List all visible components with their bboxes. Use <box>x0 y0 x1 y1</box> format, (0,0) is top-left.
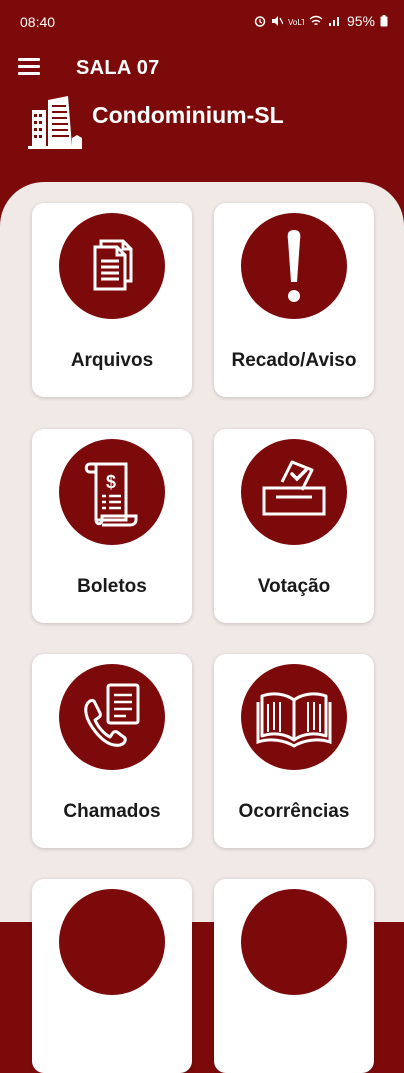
menu-icon-circle <box>59 664 165 770</box>
receipt-icon: $ <box>84 462 138 527</box>
menu-card-label: Votação <box>257 576 331 597</box>
menu-icon-circle: $ <box>59 439 165 545</box>
menu-card-chamados[interactable]: Chamados <box>32 654 192 848</box>
svg-text:VoLTE: VoLTE <box>288 18 304 27</box>
menu-card-boletos[interactable]: $ Boletos <box>32 429 192 623</box>
app-bar: SALA 07 <box>0 48 404 88</box>
menu-card-label: Ocorrências <box>238 801 350 822</box>
documents-icon <box>93 239 133 291</box>
menu-icon-circle <box>241 889 347 995</box>
battery-icon <box>380 15 388 27</box>
menu-card-partial-left[interactable] <box>32 879 192 1073</box>
menu-card-label: Chamados <box>63 801 161 822</box>
status-icons: VoLTE 95% <box>254 13 388 29</box>
svg-text:$: $ <box>106 472 116 492</box>
menu-card-recado-aviso[interactable]: Recado/Aviso <box>214 203 374 397</box>
menu-icon-circle <box>241 213 347 319</box>
wifi-icon <box>309 15 323 26</box>
content-panel: Arquivos Recado/Aviso $ Boletos Votação … <box>0 182 404 1073</box>
status-time: 08:40 <box>20 14 56 30</box>
menu-card-votacao[interactable]: Votação <box>214 429 374 623</box>
buildings-logo-icon <box>28 96 82 149</box>
menu-icon-circle <box>241 664 347 770</box>
menu-icon-circle <box>241 439 347 545</box>
battery-percent: 95% <box>346 13 375 29</box>
menu-card-arquivos[interactable]: Arquivos <box>32 203 192 397</box>
room-title: SALA 07 <box>76 57 160 79</box>
phone-call-icon <box>84 683 140 747</box>
menu-icon-circle <box>59 213 165 319</box>
mute-icon <box>271 16 283 26</box>
menu-card-label: Boletos <box>77 576 147 597</box>
status-bar: 08:40 VoLTE 95% <box>0 0 404 44</box>
alarm-icon <box>254 16 266 27</box>
menu-card-label: Recado/Aviso <box>231 350 357 371</box>
menu-icon-circle <box>59 889 165 995</box>
hamburger-menu-icon[interactable] <box>18 58 40 76</box>
ballot-box-icon <box>262 460 326 516</box>
menu-card-partial-right[interactable] <box>214 879 374 1073</box>
menu-card-ocorrencias[interactable]: Ocorrências <box>214 654 374 848</box>
brand-name: Condominium-SL <box>92 102 284 128</box>
menu-card-label: Arquivos <box>70 350 154 371</box>
open-book-icon <box>256 692 332 748</box>
volte-icon: VoLTE <box>288 18 304 27</box>
signal-icon <box>328 17 339 26</box>
exclamation-icon <box>287 230 301 302</box>
